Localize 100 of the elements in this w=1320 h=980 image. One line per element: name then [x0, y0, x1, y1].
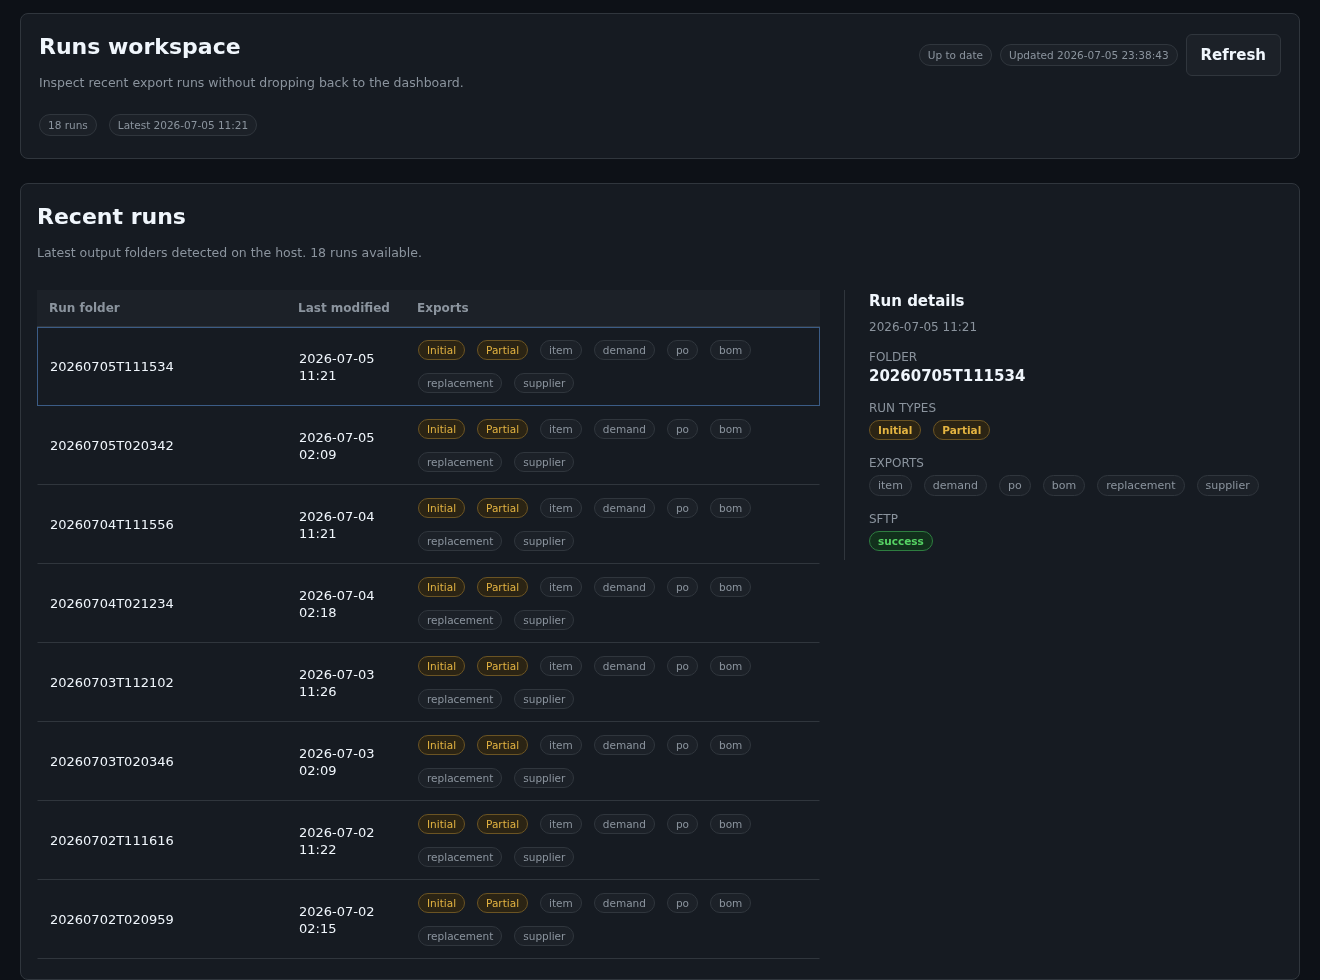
column-header: Run folder	[48, 301, 121, 315]
time-cell-text: 11:22	[299, 841, 338, 857]
export-tag: Initial	[418, 577, 466, 597]
export-tag: po	[666, 419, 698, 439]
export-tag: Partial	[477, 498, 529, 518]
folder-cell-text: 20260705T111534	[49, 359, 175, 374]
table-row[interactable]: 20260702T020959 2026-07-02 02:15 Initial Partial item demand po bom replacement supplier	[37, 880, 820, 959]
date-cell-text: 2026-07-05	[299, 429, 376, 445]
export-tag: Partial	[477, 419, 529, 439]
export-tag: replacement	[418, 847, 503, 867]
column-header: Exports	[417, 301, 470, 315]
field-label: FOLDER	[869, 350, 919, 364]
table-row[interactable]: 20260703T112102 2026-07-03 11:26 Initial Partial item demand po bom replacement supplier	[37, 643, 820, 722]
details-timestamp: 2026-07-05 11:21	[869, 320, 979, 334]
table-row[interactable]: 20260703T020346 2026-07-03 02:09 Initial Partial item demand po bom replacement supplier	[37, 722, 820, 801]
table-row[interactable]: 20260705T020342 2026-07-05 02:09 Initial Partial item demand po bom replacement supplier	[37, 406, 820, 485]
export-tag: bom	[710, 419, 752, 439]
folder-cell-text: 20260702T020959	[49, 912, 175, 927]
export-tag: demand	[923, 475, 988, 496]
export-tag: Initial	[418, 735, 466, 755]
export-tag: po	[666, 340, 698, 360]
export-tag: Initial	[418, 814, 466, 834]
export-tag: item	[540, 498, 582, 518]
export-tag: Partial	[477, 656, 529, 676]
time-cell-text: 02:09	[299, 762, 338, 778]
status-chip: Up to date	[918, 44, 992, 66]
export-tag: supplier	[514, 452, 575, 472]
table-row[interactable]: 20260704T111556 2026-07-04 11:21 Initial Partial item demand po bom replacement supplier	[37, 485, 820, 564]
export-tag: po	[666, 814, 698, 834]
time-cell-text: 11:21	[299, 367, 338, 383]
folder-cell-text: 20260703T020346	[49, 754, 175, 769]
field-label: SFTP	[869, 512, 899, 526]
time-cell-text: 02:09	[299, 446, 338, 462]
export-tag: replacement	[418, 768, 503, 788]
updated-chip: Updated 2026-07-05 23:38:43	[1000, 44, 1178, 66]
date-cell-text: 2026-07-02	[299, 903, 376, 919]
export-tag: bom	[710, 735, 752, 755]
date-cell-text: 2026-07-05	[299, 350, 376, 366]
date-cell-text: 2026-07-02	[299, 824, 376, 840]
folder-name: 20260705T111534	[869, 367, 1027, 385]
export-tag: supplier	[1196, 475, 1259, 496]
export-tag: supplier	[514, 531, 575, 551]
export-tag: po	[666, 656, 698, 676]
section-subtitle: Latest output folders detected on the host. 18 runs available.	[37, 245, 423, 260]
folder-cell-text: 20260704T021234	[49, 596, 175, 611]
export-tag: Partial	[477, 814, 529, 834]
time-cell-text: 11:21	[299, 525, 338, 541]
export-tag: replacement	[418, 926, 503, 946]
export-tag: replacement	[418, 610, 503, 630]
export-tag: Partial	[477, 735, 529, 755]
export-tag: bom	[710, 498, 752, 518]
sftp-status-tag: success	[869, 531, 933, 551]
export-tag: bom	[710, 893, 752, 913]
folder-cell-text: 20260703T112102	[49, 675, 175, 690]
folder-cell-text: 20260702T111616	[49, 833, 175, 848]
section-title: Recent runs	[37, 204, 187, 229]
export-tag: Initial	[418, 340, 466, 360]
export-tag: demand	[593, 419, 655, 439]
export-tag: supplier	[514, 926, 575, 946]
details-title: Run details	[869, 292, 966, 310]
page-title: Runs workspace	[39, 34, 242, 59]
field-label: RUN TYPES	[869, 401, 937, 415]
export-tag: demand	[593, 498, 655, 518]
date-cell-text: 2026-07-04	[299, 508, 376, 524]
export-tag: item	[540, 814, 582, 834]
table-row[interactable]: 20260702T111616 2026-07-02 11:22 Initial Partial item demand po bom replacement supplier	[37, 801, 820, 880]
export-tag: item	[540, 735, 582, 755]
export-tag: item	[869, 475, 912, 496]
run-type-tag: Partial	[933, 420, 991, 440]
export-tag: bom	[710, 656, 752, 676]
info-chip: 18 runs	[39, 114, 97, 136]
export-tag: replacement	[418, 373, 503, 393]
export-tag: item	[540, 419, 582, 439]
export-tag: po	[666, 735, 698, 755]
export-tag: replacement	[418, 531, 503, 551]
export-tag: item	[540, 577, 582, 597]
export-tag: item	[540, 893, 582, 913]
date-cell-text: 2026-07-04	[299, 587, 376, 603]
export-tag: item	[540, 340, 582, 360]
export-tag: demand	[593, 735, 655, 755]
export-tag: po	[666, 498, 698, 518]
export-tag: po	[666, 893, 698, 913]
export-tag: Initial	[418, 498, 466, 518]
table-row[interactable]: 20260705T111534 2026-07-05 11:21 Initial Partial item demand po bom replacement supplier	[37, 327, 820, 406]
folder-cell-text: 20260705T020342	[49, 438, 175, 453]
export-tag: Partial	[477, 340, 529, 360]
date-cell-text: 2026-07-03	[299, 745, 376, 761]
export-tag: supplier	[514, 373, 575, 393]
export-tag: demand	[593, 893, 655, 913]
run-type-tag: Initial	[869, 420, 922, 440]
export-tag: Initial	[418, 419, 466, 439]
export-tag: replacement	[1097, 475, 1185, 496]
export-tag: bom	[710, 340, 752, 360]
info-chip: Latest 2026-07-05 11:21	[108, 114, 258, 136]
refresh-button[interactable]: Refresh	[1185, 34, 1281, 76]
date-cell-text: 2026-07-03	[299, 666, 376, 682]
page-subtitle: Inspect recent export runs without dropping back to the dashboard.	[39, 75, 464, 90]
export-tag: demand	[593, 814, 655, 834]
export-tag: supplier	[514, 610, 575, 630]
table-row[interactable]: 20260704T021234 2026-07-04 02:18 Initial Partial item demand po bom replacement supplier	[37, 564, 820, 643]
